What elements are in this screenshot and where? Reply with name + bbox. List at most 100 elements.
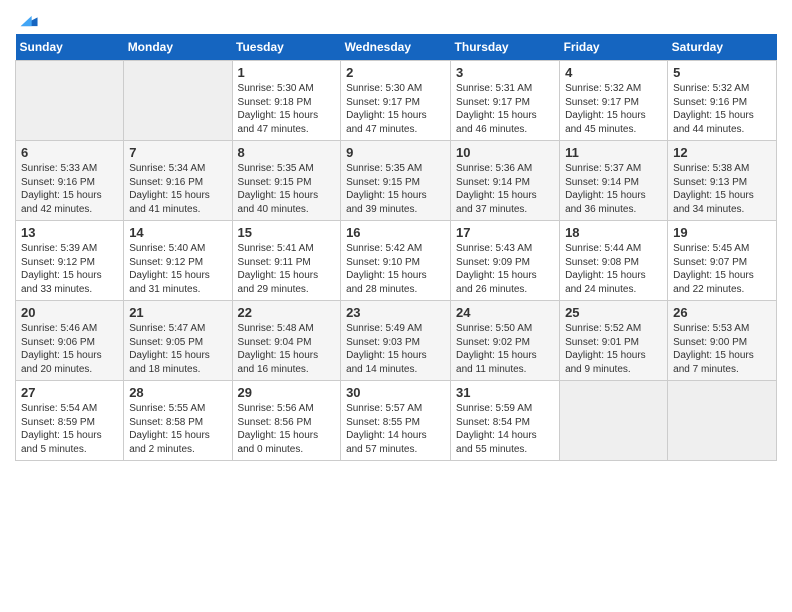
calendar-cell: 2Sunrise: 5:30 AMSunset: 9:17 PMDaylight… [341, 61, 451, 141]
calendar-cell [668, 381, 777, 461]
day-info: Sunrise: 5:32 AMSunset: 9:17 PMDaylight:… [565, 82, 662, 136]
day-info: Sunrise: 5:47 AMSunset: 9:05 PMDaylight:… [129, 322, 226, 376]
day-info: Sunrise: 5:32 AMSunset: 9:16 PMDaylight:… [673, 82, 771, 136]
weekday-header-wednesday: Wednesday [341, 34, 451, 61]
calendar-cell: 3 Sunrise: 5:31 AMSunset: 9:17 PMDaylight… [451, 61, 560, 141]
day-info: Sunrise: 5:48 AMSunset: 9:04 PMDaylight:… [238, 322, 336, 376]
day-info: Sunrise: 5:43 AMSunset: 9:09 PMDaylight:… [456, 242, 554, 296]
calendar-cell: 30 Sunrise: 5:57 AMSunset: 8:55 PMDayligh… [341, 381, 451, 461]
day-number: 5 [673, 65, 771, 80]
day-number: 7 [129, 145, 226, 160]
calendar-cell: 20 Sunrise: 5:46 AMSunset: 9:06 PMDayligh… [16, 301, 124, 381]
day-number: 20 [21, 305, 118, 320]
weekday-header-tuesday: Tuesday [232, 34, 341, 61]
day-info: Sunrise: 5:36 AMSunset: 9:14 PMDaylight:… [456, 162, 554, 216]
day-info: Sunrise: 5:41 AMSunset: 9:11 PMDaylight:… [238, 242, 336, 296]
calendar-cell: 10 Sunrise: 5:36 AMSunset: 9:14 PMDayligh… [451, 141, 560, 221]
week-row-4: 20 Sunrise: 5:46 AMSunset: 9:06 PMDayligh… [16, 301, 777, 381]
day-info: Sunrise: 5:50 AMSunset: 9:02 PMDaylight:… [456, 322, 554, 376]
calendar-cell: 7 Sunrise: 5:34 AMSunset: 9:16 PMDaylight… [124, 141, 232, 221]
day-info: Sunrise: 5:53 AMSunset: 9:00 PMDaylight:… [673, 322, 771, 376]
calendar-cell: 22 Sunrise: 5:48 AMSunset: 9:04 PMDayligh… [232, 301, 341, 381]
day-info: Sunrise: 5:35 AMSunset: 9:15 PMDaylight:… [346, 162, 445, 216]
logo [15, 10, 39, 26]
calendar-cell: 21 Sunrise: 5:47 AMSunset: 9:05 PMDayligh… [124, 301, 232, 381]
day-number: 13 [21, 225, 118, 240]
day-info: Sunrise: 5:56 AMSunset: 8:56 PMDaylight:… [238, 402, 336, 456]
day-number: 18 [565, 225, 662, 240]
day-number: 27 [21, 385, 118, 400]
day-number: 23 [346, 305, 445, 320]
day-info: Sunrise: 5:33 AMSunset: 9:16 PMDaylight:… [21, 162, 118, 216]
day-info: Sunrise: 5:45 AMSunset: 9:07 PMDaylight:… [673, 242, 771, 296]
calendar-table: SundayMondayTuesdayWednesdayThursdayFrid… [15, 34, 777, 461]
day-info: Sunrise: 5:38 AMSunset: 9:13 PMDaylight:… [673, 162, 771, 216]
calendar-cell: 29 Sunrise: 5:56 AMSunset: 8:56 PMDayligh… [232, 381, 341, 461]
day-number: 9 [346, 145, 445, 160]
weekday-header-friday: Friday [560, 34, 668, 61]
day-number: 28 [129, 385, 226, 400]
logo-icon [17, 10, 39, 32]
calendar-cell: 26 Sunrise: 5:53 AMSunset: 9:00 PMDayligh… [668, 301, 777, 381]
calendar-cell: 27 Sunrise: 5:54 AMSunset: 8:59 PMDayligh… [16, 381, 124, 461]
day-number: 6 [21, 145, 118, 160]
day-info: Sunrise: 5:49 AMSunset: 9:03 PMDaylight:… [346, 322, 445, 376]
calendar-cell: 13 Sunrise: 5:39 AMSunset: 9:12 PMDayligh… [16, 221, 124, 301]
calendar-cell: 4Sunrise: 5:32 AMSunset: 9:17 PMDaylight… [560, 61, 668, 141]
day-info: Sunrise: 5:37 AMSunset: 9:14 PMDaylight:… [565, 162, 662, 216]
day-number: 15 [238, 225, 336, 240]
calendar-cell: 24Sunrise: 5:50 AMSunset: 9:02 PMDayligh… [451, 301, 560, 381]
day-number: 10 [456, 145, 554, 160]
day-info: Sunrise: 5:30 AMSunset: 9:17 PMDaylight:… [346, 82, 445, 136]
day-info: Sunrise: 5:42 AMSunset: 9:10 PMDaylight:… [346, 242, 445, 296]
day-number: 31 [456, 385, 554, 400]
day-info: Sunrise: 5:46 AMSunset: 9:06 PMDaylight:… [21, 322, 118, 376]
day-number: 29 [238, 385, 336, 400]
calendar-cell: 15 Sunrise: 5:41 AMSunset: 9:11 PMDayligh… [232, 221, 341, 301]
calendar-cell: 11 Sunrise: 5:37 AMSunset: 9:14 PMDayligh… [560, 141, 668, 221]
day-number: 21 [129, 305, 226, 320]
day-number: 19 [673, 225, 771, 240]
calendar-cell: 23 Sunrise: 5:49 AMSunset: 9:03 PMDayligh… [341, 301, 451, 381]
day-number: 26 [673, 305, 771, 320]
week-row-3: 13 Sunrise: 5:39 AMSunset: 9:12 PMDayligh… [16, 221, 777, 301]
week-row-2: 6 Sunrise: 5:33 AMSunset: 9:16 PMDaylight… [16, 141, 777, 221]
calendar-cell: 9 Sunrise: 5:35 AMSunset: 9:15 PMDaylight… [341, 141, 451, 221]
day-number: 22 [238, 305, 336, 320]
weekday-header-monday: Monday [124, 34, 232, 61]
day-info: Sunrise: 5:39 AMSunset: 9:12 PMDaylight:… [21, 242, 118, 296]
calendar-cell: 8 Sunrise: 5:35 AMSunset: 9:15 PMDaylight… [232, 141, 341, 221]
day-info: Sunrise: 5:44 AMSunset: 9:08 PMDaylight:… [565, 242, 662, 296]
calendar-cell [16, 61, 124, 141]
calendar-cell: 31 Sunrise: 5:59 AMSunset: 8:54 PMDayligh… [451, 381, 560, 461]
day-number: 12 [673, 145, 771, 160]
day-number: 17 [456, 225, 554, 240]
day-number: 3 [456, 65, 554, 80]
calendar-cell: 12 Sunrise: 5:38 AMSunset: 9:13 PMDayligh… [668, 141, 777, 221]
day-info: Sunrise: 5:34 AMSunset: 9:16 PMDaylight:… [129, 162, 226, 216]
day-info: Sunrise: 5:35 AMSunset: 9:15 PMDaylight:… [238, 162, 336, 216]
calendar-cell: 17 Sunrise: 5:43 AMSunset: 9:09 PMDayligh… [451, 221, 560, 301]
calendar-cell: 28 Sunrise: 5:55 AMSunset: 8:58 PMDayligh… [124, 381, 232, 461]
calendar-cell [560, 381, 668, 461]
day-number: 11 [565, 145, 662, 160]
calendar-cell: 25Sunrise: 5:52 AMSunset: 9:01 PMDayligh… [560, 301, 668, 381]
day-number: 30 [346, 385, 445, 400]
calendar-cell: 14Sunrise: 5:40 AMSunset: 9:12 PMDayligh… [124, 221, 232, 301]
weekday-header-row: SundayMondayTuesdayWednesdayThursdayFrid… [16, 34, 777, 61]
day-number: 1 [238, 65, 336, 80]
day-info: Sunrise: 5:31 AMSunset: 9:17 PMDaylight:… [456, 82, 554, 136]
day-number: 8 [238, 145, 336, 160]
day-info: Sunrise: 5:55 AMSunset: 8:58 PMDaylight:… [129, 402, 226, 456]
calendar-cell: 18 Sunrise: 5:44 AMSunset: 9:08 PMDayligh… [560, 221, 668, 301]
week-row-5: 27 Sunrise: 5:54 AMSunset: 8:59 PMDayligh… [16, 381, 777, 461]
calendar-cell: 19 Sunrise: 5:45 AMSunset: 9:07 PMDayligh… [668, 221, 777, 301]
calendar-cell: 1Sunrise: 5:30 AMSunset: 9:18 PMDaylight… [232, 61, 341, 141]
calendar-cell: 5 Sunrise: 5:32 AMSunset: 9:16 PMDaylight… [668, 61, 777, 141]
week-row-1: 1Sunrise: 5:30 AMSunset: 9:18 PMDaylight… [16, 61, 777, 141]
page-header [15, 10, 777, 26]
day-info: Sunrise: 5:59 AMSunset: 8:54 PMDaylight:… [456, 402, 554, 456]
day-info: Sunrise: 5:57 AMSunset: 8:55 PMDaylight:… [346, 402, 445, 456]
day-info: Sunrise: 5:52 AMSunset: 9:01 PMDaylight:… [565, 322, 662, 376]
day-info: Sunrise: 5:54 AMSunset: 8:59 PMDaylight:… [21, 402, 118, 456]
